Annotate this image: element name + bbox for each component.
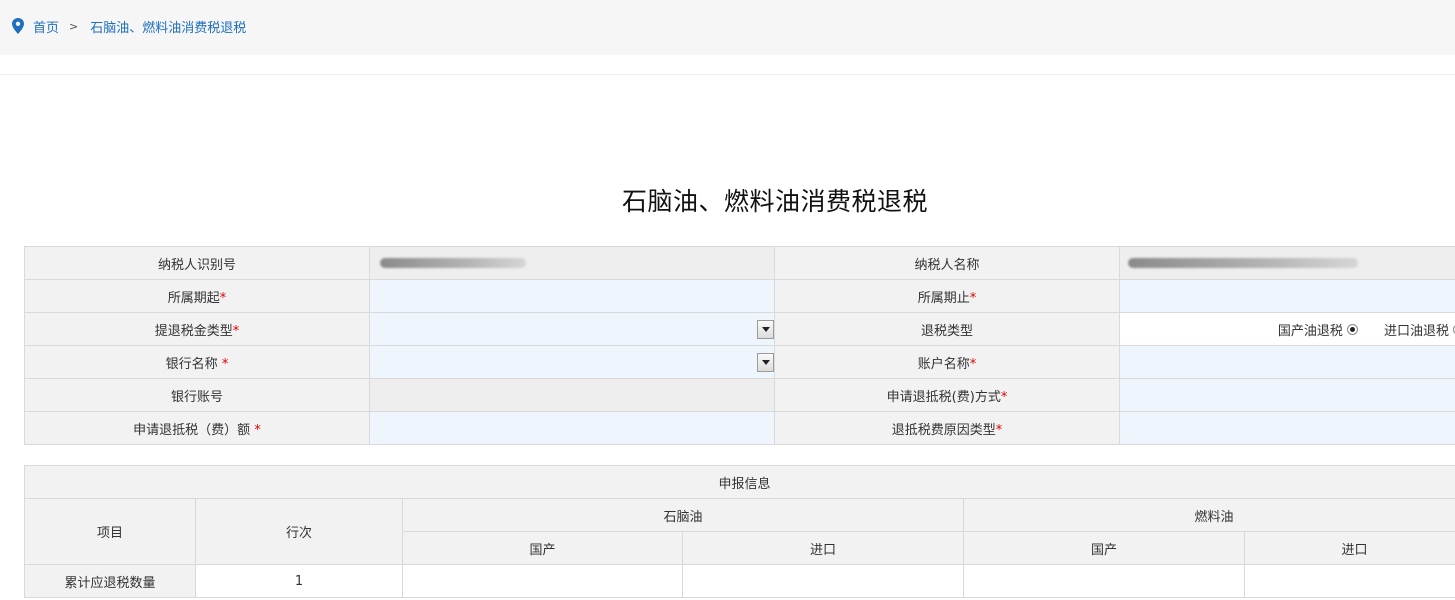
apply-amount-label: 申请退抵税（费）额 * — [24, 411, 370, 445]
taxpayer-name-label: 纳税人名称 — [774, 246, 1120, 280]
col-header-fuel-domestic: 国产 — [963, 531, 1245, 565]
row-item-label: 累计应退税数量 — [24, 564, 196, 598]
declaration-table: 申报信息 项目 行次 石脑油 燃料油 国产 进口 国产 进口 累计应退税数量 1 — [23, 465, 1455, 598]
bank-account-label: 银行账号 — [24, 378, 370, 412]
naphtha-domestic-cell[interactable] — [402, 564, 683, 598]
bank-name-label: 银行名称 * — [24, 345, 370, 379]
declaration-section-title: 申报信息 — [23, 465, 1455, 499]
apply-method-label: 申请退抵税(费)方式* — [774, 378, 1120, 412]
naphtha-imported-cell[interactable] — [682, 564, 964, 598]
breadcrumb-current-link[interactable]: 石脑油、燃料油消费税退税 — [90, 17, 246, 36]
col-header-naphtha-domestic: 国产 — [402, 531, 683, 565]
radio-domestic-oil[interactable]: 国产油退税 — [1278, 320, 1358, 339]
taxpayer-name-value — [1119, 246, 1455, 280]
table-row: 累计应退税数量 1 — [24, 564, 1455, 598]
period-end-label: 所属期止* — [774, 279, 1120, 313]
taxpayer-id-label: 纳税人识别号 — [24, 246, 370, 280]
dropdown-arrow-icon[interactable] — [757, 320, 774, 339]
fuel-imported-cell[interactable] — [1243, 564, 1455, 598]
apply-amount-input[interactable] — [369, 411, 775, 445]
refund-fund-type-label: 提退税金类型* — [24, 312, 370, 346]
divider — [0, 74, 1455, 75]
period-start-input[interactable] — [369, 279, 775, 313]
account-name-label: 账户名称* — [774, 345, 1120, 379]
bank-name-select[interactable] — [369, 345, 775, 379]
period-end-input[interactable] — [1119, 279, 1455, 313]
masked-taxpayer-name — [1128, 258, 1358, 268]
top-bar: 首页 > 石脑油、燃料油消费税退税 — [0, 0, 1455, 55]
breadcrumb: 首页 > 石脑油、燃料油消费税退税 — [12, 16, 246, 36]
refund-type-label: 退税类型 — [774, 312, 1120, 346]
breadcrumb-home-link[interactable]: 首页 — [33, 17, 59, 36]
reason-type-label: 退抵税费原因类型* — [774, 411, 1120, 445]
refund-type-radio-group: 国产油退税 进口油退税 — [1119, 312, 1455, 346]
col-header-item: 项目 — [24, 498, 196, 565]
row-number: 1 — [195, 564, 403, 598]
page-title: 石脑油、燃料油消费税退税 — [621, 187, 928, 216]
fuel-domestic-cell[interactable] — [963, 564, 1245, 598]
col-header-fuel-imported: 进口 — [1243, 531, 1455, 565]
account-name-input[interactable] — [1119, 345, 1455, 379]
masked-taxpayer-id — [380, 258, 526, 268]
refund-fund-type-select[interactable] — [369, 312, 775, 346]
col-header-naphtha-imported: 进口 — [682, 531, 964, 565]
apply-method-input[interactable] — [1119, 378, 1455, 412]
radio-checked-icon[interactable] — [1346, 323, 1358, 335]
period-start-label: 所属期起* — [24, 279, 370, 313]
radio-imported-oil[interactable]: 进口油退税 — [1384, 320, 1455, 339]
col-header-row-no: 行次 — [195, 498, 403, 565]
reason-type-input[interactable] — [1119, 411, 1455, 445]
breadcrumb-separator: > — [69, 19, 79, 33]
taxpayer-id-value — [369, 246, 775, 280]
taxpayer-info-table: 纳税人识别号 纳税人名称 所属期起* 所属期止* 提退税金类型* 退税类型 国产… — [24, 246, 1455, 445]
dropdown-arrow-icon[interactable] — [757, 353, 774, 372]
col-header-naphtha: 石脑油 — [402, 498, 964, 532]
bank-account-value — [369, 378, 775, 412]
location-pin-icon — [12, 18, 24, 34]
col-header-fuel-oil: 燃料油 — [962, 498, 1455, 532]
